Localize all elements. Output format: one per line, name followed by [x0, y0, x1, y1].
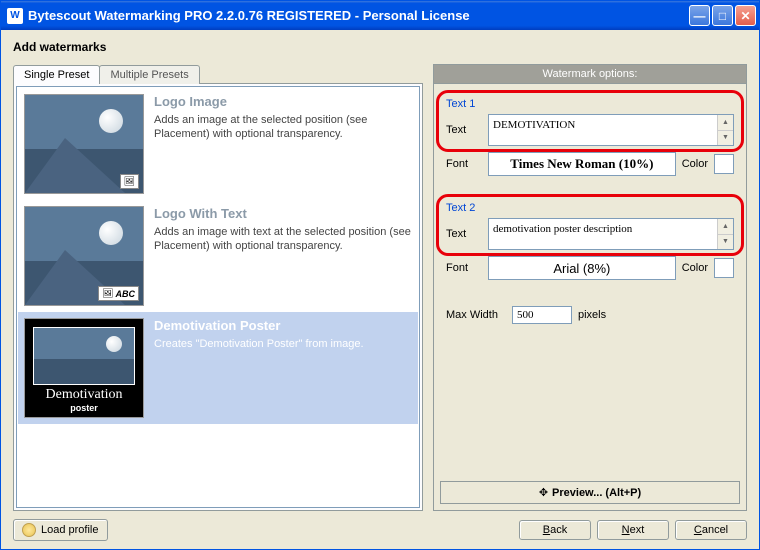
- tab-single-preset[interactable]: Single Preset: [13, 65, 100, 84]
- preset-title: Logo With Text: [154, 206, 412, 221]
- options-body: Text 1 Text DEMOTIVATION ▲ ▼: [433, 83, 747, 511]
- spin-up-icon[interactable]: ▲: [718, 115, 733, 131]
- color-label: Color: [682, 158, 708, 170]
- text1-spin: ▲ ▼: [717, 115, 733, 145]
- content-area: Add watermarks Single Preset Multiple Pr…: [1, 30, 759, 549]
- font-label: Font: [446, 158, 482, 170]
- text2-input-wrap: demotivation poster description ▲ ▼: [488, 218, 734, 250]
- preset-title: Demotivation Poster: [154, 318, 412, 333]
- preset-item-demotivation-poster[interactable]: Demotivation poster Demotivation Poster …: [18, 312, 418, 424]
- tabs: Single Preset Multiple Presets: [13, 64, 423, 83]
- font1-display[interactable]: Times New Roman (10%): [488, 152, 676, 176]
- preset-description: Logo Image Adds an image at the selected…: [154, 94, 412, 194]
- next-label: ext: [630, 524, 645, 536]
- back-button[interactable]: Back: [519, 520, 591, 540]
- minimize-button[interactable]: —: [689, 5, 710, 26]
- preset-thumbnail: 🖼 ABC: [24, 206, 144, 306]
- thumb-caption-1: Demotivation: [33, 387, 135, 403]
- back-label: ack: [550, 524, 567, 536]
- next-button[interactable]: Next: [597, 520, 669, 540]
- maxwidth-unit: pixels: [578, 309, 606, 321]
- preset-text: Adds an image at the selected position (…: [154, 113, 412, 142]
- text2-spin: ▲ ▼: [717, 219, 733, 249]
- group-label-text2: Text 2: [446, 202, 734, 214]
- spin-up-icon[interactable]: ▲: [718, 219, 733, 235]
- preset-list[interactable]: 🖼 Logo Image Adds an image at the select…: [16, 86, 420, 508]
- window-controls: — □ ✕: [689, 5, 756, 26]
- preset-text: Adds an image with text at the selected …: [154, 225, 412, 254]
- app-icon: W: [7, 8, 23, 24]
- preset-thumbnail: 🖼: [24, 94, 144, 194]
- maxwidth-label: Max Width: [446, 309, 506, 321]
- cancel-label: ancel: [702, 524, 728, 536]
- text1-input[interactable]: DEMOTIVATION: [489, 115, 717, 145]
- text1-input-wrap: DEMOTIVATION ▲ ▼: [488, 114, 734, 146]
- image-badge-icon: 🖼: [120, 174, 139, 189]
- app-window: W Bytescout Watermarking PRO 2.2.0.76 RE…: [0, 0, 760, 550]
- maxwidth-input[interactable]: [512, 306, 572, 324]
- page-heading: Add watermarks: [13, 40, 747, 54]
- text-label: Text: [446, 228, 482, 240]
- image-text-badge-icon: 🖼 ABC: [98, 286, 139, 301]
- preset-description: Logo With Text Adds an image with text a…: [154, 206, 412, 306]
- spin-down-icon[interactable]: ▼: [718, 131, 733, 146]
- font-label: Font: [446, 262, 482, 274]
- text-label: Text: [446, 124, 482, 136]
- options-panel: Watermark options: Text 1 Text DEMOTIVAT…: [433, 64, 747, 511]
- color-label: Color: [682, 262, 708, 274]
- color2-swatch[interactable]: [714, 258, 734, 278]
- preset-thumbnail: Demotivation poster: [24, 318, 144, 418]
- preset-description: Demotivation Poster Creates "Demotivatio…: [154, 318, 412, 418]
- window-title: Bytescout Watermarking PRO 2.2.0.76 REGI…: [28, 8, 689, 23]
- preview-button[interactable]: ✥ Preview... (Alt+P): [440, 481, 740, 504]
- close-button[interactable]: ✕: [735, 5, 756, 26]
- preset-item-logo-image[interactable]: 🖼 Logo Image Adds an image at the select…: [18, 88, 418, 200]
- spin-down-icon[interactable]: ▼: [718, 235, 733, 250]
- preset-text: Creates "Demotivation Poster" from image…: [154, 337, 412, 351]
- options-header: Watermark options:: [433, 64, 747, 83]
- tab-multiple-presets[interactable]: Multiple Presets: [99, 65, 199, 84]
- load-profile-button[interactable]: Load profile: [13, 519, 108, 541]
- group-maxwidth: Max Width pixels: [440, 298, 740, 336]
- text2-input[interactable]: demotivation poster description: [489, 219, 717, 249]
- maximize-button[interactable]: □: [712, 5, 733, 26]
- color1-swatch[interactable]: [714, 154, 734, 174]
- bottom-bar: Load profile Back Next Cancel: [13, 511, 747, 541]
- move-icon: ✥: [539, 486, 548, 499]
- preset-item-logo-with-text[interactable]: 🖼 ABC Logo With Text Adds an image with …: [18, 200, 418, 312]
- cancel-button[interactable]: Cancel: [675, 520, 747, 540]
- load-profile-icon: [22, 523, 36, 537]
- group-label-text1: Text 1: [446, 98, 734, 110]
- preset-title: Logo Image: [154, 94, 412, 109]
- thumb-caption-2: poster: [33, 403, 135, 413]
- titlebar[interactable]: W Bytescout Watermarking PRO 2.2.0.76 RE…: [1, 1, 759, 30]
- group-text2: Text 2 Text demotivation poster descript…: [440, 194, 740, 292]
- font2-display[interactable]: Arial (8%): [488, 256, 676, 280]
- group-text1: Text 1 Text DEMOTIVATION ▲ ▼: [440, 90, 740, 188]
- preset-panel: 🖼 Logo Image Adds an image at the select…: [13, 83, 423, 511]
- main-row: Single Preset Multiple Presets 🖼 Logo Im…: [13, 64, 747, 511]
